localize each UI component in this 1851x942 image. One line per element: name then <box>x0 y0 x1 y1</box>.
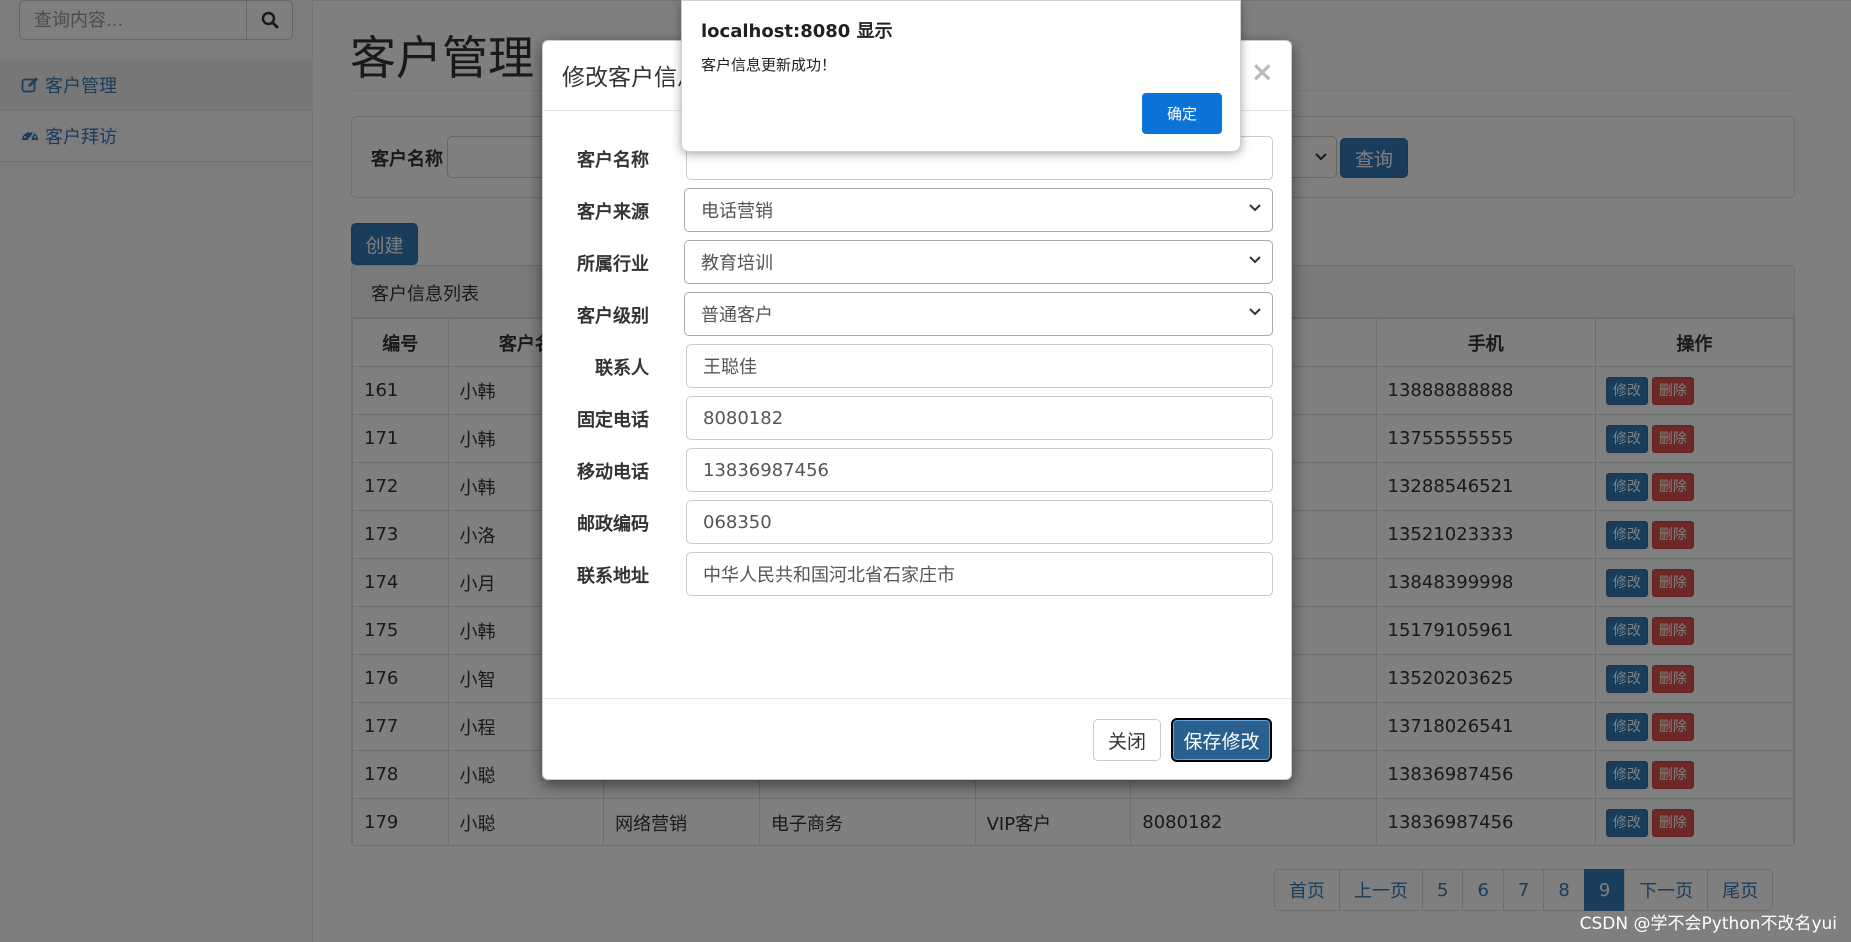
close-icon[interactable]: × <box>1251 55 1274 88</box>
form-select[interactable]: 教育培训 <box>684 240 1273 284</box>
form-input[interactable]: 068350 <box>686 500 1273 544</box>
form-input[interactable]: 8080182 <box>686 396 1273 440</box>
alert-message: 客户信息更新成功！ <box>701 56 837 74</box>
form-row: 所属行业 教育培训 <box>543 240 1291 284</box>
form-value: 8080182 <box>703 407 784 429</box>
form-select[interactable]: 电话营销 <box>684 188 1273 232</box>
modal-title: 修改客户信息 <box>562 65 700 91</box>
chevron-down-icon <box>1249 256 1261 264</box>
form-label: 客户来源 <box>577 202 649 223</box>
form-value: 068350 <box>703 511 772 533</box>
chevron-down-icon <box>1249 308 1261 316</box>
form-input[interactable]: 王聪佳 <box>686 344 1273 388</box>
form-value: 13836987456 <box>703 459 829 481</box>
form-row: 客户来源 电话营销 <box>543 188 1291 232</box>
form-label: 联系地址 <box>577 566 649 587</box>
form-row: 联系地址 中华人民共和国河北省石家庄市 <box>543 552 1291 596</box>
form-input[interactable]: 中华人民共和国河北省石家庄市 <box>686 552 1273 596</box>
form-label: 移动电话 <box>577 462 649 483</box>
close-button[interactable]: 关闭 <box>1093 719 1161 761</box>
chevron-down-icon <box>1249 204 1261 212</box>
alert-title: localhost:8080 显示 <box>701 21 893 42</box>
form-label: 固定电话 <box>577 410 649 431</box>
form-value: 普通客户 <box>701 305 773 326</box>
form-label: 所属行业 <box>577 254 649 275</box>
form-value: 教育培训 <box>701 253 773 274</box>
form-row: 邮政编码 068350 <box>543 500 1291 544</box>
form-row: 联系人 王聪佳 <box>543 344 1291 388</box>
modal-footer: 关闭 保存修改 <box>543 698 1291 781</box>
form-row: 移动电话 13836987456 <box>543 448 1291 492</box>
form-row: 固定电话 8080182 <box>543 396 1291 440</box>
form-value: 中华人民共和国河北省石家庄市 <box>703 565 955 586</box>
form-value: 王聪佳 <box>703 357 757 378</box>
alert-ok-button[interactable]: 确定 <box>1142 93 1222 134</box>
watermark: CSDN @学不会Python不改名yui <box>1579 914 1837 934</box>
form-label: 邮政编码 <box>577 514 649 535</box>
form-select[interactable]: 普通客户 <box>684 292 1273 336</box>
form-label: 客户名称 <box>577 150 649 171</box>
form-value: 电话营销 <box>701 201 773 222</box>
browser-alert-dialog: localhost:8080 显示 客户信息更新成功！ 确定 <box>681 0 1241 152</box>
form-label: 客户级别 <box>577 306 649 327</box>
form-input[interactable]: 13836987456 <box>686 448 1273 492</box>
form-row: 客户级别 普通客户 <box>543 292 1291 336</box>
form-label: 联系人 <box>595 358 649 379</box>
save-changes-button[interactable]: 保存修改 <box>1171 718 1272 762</box>
